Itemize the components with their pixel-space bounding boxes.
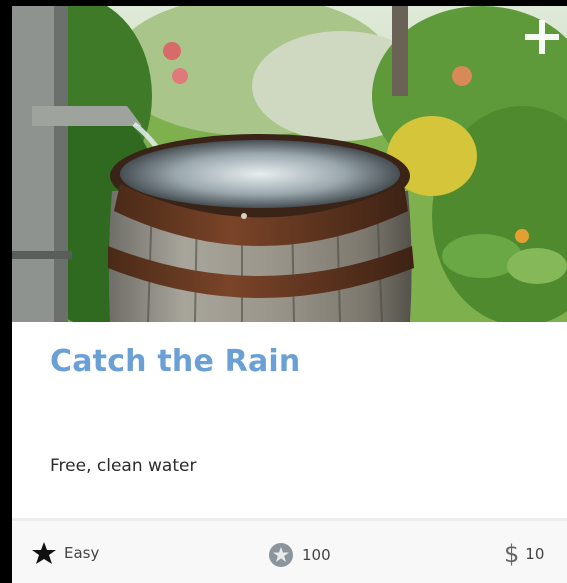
points-value: 100	[302, 546, 331, 564]
coin-icon	[269, 543, 293, 567]
cost-stat: $ 10	[504, 542, 544, 566]
difficulty-label: Easy	[64, 544, 100, 562]
star-icon	[32, 542, 56, 564]
plus-icon[interactable]	[523, 18, 561, 56]
cost-value: 10	[525, 545, 545, 563]
points-stat: 100	[268, 542, 331, 568]
card-footer: Easy 100 $ 10	[12, 521, 567, 583]
dollar-icon: $	[504, 540, 520, 568]
difficulty-stat: Easy	[32, 542, 99, 564]
action-card[interactable]: Catch the Rain Free, clean water Easy 10…	[12, 6, 567, 583]
rain-barrel-photo	[12, 6, 567, 322]
card-title[interactable]: Catch the Rain	[50, 344, 300, 379]
card-description: Free, clean water	[50, 456, 197, 476]
